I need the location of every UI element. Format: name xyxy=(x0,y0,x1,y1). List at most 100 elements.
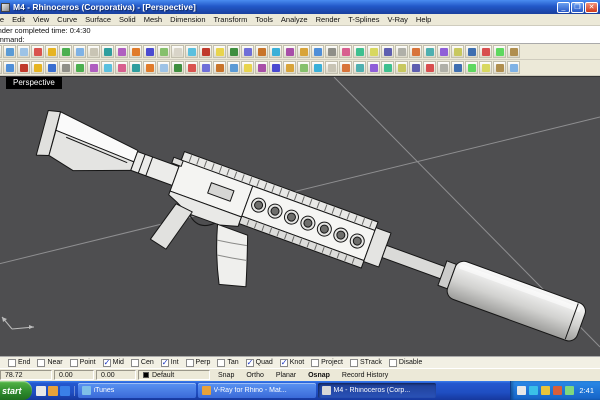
toolbar-icon[interactable] xyxy=(339,61,352,74)
toolbar-icon[interactable] xyxy=(283,45,296,58)
task-button[interactable]: V-Ray for Rhino - Mat... xyxy=(198,383,316,398)
toolbar-icon[interactable] xyxy=(17,61,30,74)
tray-icon[interactable] xyxy=(565,386,574,395)
viewport-label[interactable]: Perspective xyxy=(6,77,62,89)
checkbox[interactable] xyxy=(280,359,288,367)
tray-icon[interactable] xyxy=(517,386,526,395)
tray-icon[interactable] xyxy=(529,386,538,395)
osnap-toggle[interactable]: Point xyxy=(70,359,96,367)
status-pane[interactable]: Ortho xyxy=(240,372,270,379)
toolbar-icon[interactable] xyxy=(0,45,2,58)
toolbar-icon[interactable] xyxy=(241,45,254,58)
menu-item[interactable]: Help xyxy=(412,15,435,24)
toolbar-icon[interactable] xyxy=(451,61,464,74)
menu-item[interactable]: Curve xyxy=(53,15,81,24)
status-pane[interactable]: Osnap xyxy=(302,372,336,379)
quick-launch-icon[interactable] xyxy=(48,386,58,396)
toolbar-icon[interactable] xyxy=(255,45,268,58)
toolbar-icon[interactable] xyxy=(367,61,380,74)
checkbox[interactable] xyxy=(350,359,358,367)
checkbox[interactable] xyxy=(131,359,139,367)
close-button[interactable]: ✕ xyxy=(585,2,598,13)
menu-item[interactable]: Dimension xyxy=(166,15,209,24)
toolbar-icon[interactable] xyxy=(339,45,352,58)
maximize-button[interactable]: ❐ xyxy=(571,2,584,13)
toolbar-icon[interactable] xyxy=(367,45,380,58)
menu-item[interactable]: V-Ray xyxy=(383,15,411,24)
status-pane[interactable]: Snap xyxy=(212,372,240,379)
osnap-toggle[interactable]: Project xyxy=(311,359,343,367)
toolbar-icon[interactable] xyxy=(185,61,198,74)
toolbar-icon[interactable] xyxy=(115,45,128,58)
task-button[interactable]: iTunes xyxy=(78,383,196,398)
toolbar-icon[interactable] xyxy=(269,61,282,74)
checkbox[interactable] xyxy=(103,359,111,367)
checkbox[interactable] xyxy=(161,359,169,367)
checkbox[interactable] xyxy=(217,359,225,367)
toolbar-icon[interactable] xyxy=(115,61,128,74)
toolbar-icon[interactable] xyxy=(353,45,366,58)
toolbar-icon[interactable] xyxy=(227,61,240,74)
toolbar-icon[interactable] xyxy=(479,45,492,58)
toolbar-icon[interactable] xyxy=(73,61,86,74)
osnap-toggle[interactable]: Quad xyxy=(246,359,273,367)
toolbar-icon[interactable] xyxy=(297,45,310,58)
toolbar-icon[interactable] xyxy=(423,45,436,58)
toolbar-icon[interactable] xyxy=(437,45,450,58)
toolbar-icon[interactable] xyxy=(381,45,394,58)
toolbar-icon[interactable] xyxy=(493,61,506,74)
toolbar-icon[interactable] xyxy=(45,61,58,74)
toolbar-icon[interactable] xyxy=(311,61,324,74)
start-button[interactable]: start xyxy=(0,381,32,400)
menu-item[interactable]: Tools xyxy=(251,15,277,24)
toolbar-icon[interactable] xyxy=(227,45,240,58)
toolbar-icon[interactable] xyxy=(31,61,44,74)
toolbar-icon[interactable] xyxy=(87,45,100,58)
osnap-toggle[interactable]: End xyxy=(8,359,30,367)
toolbar-icon[interactable] xyxy=(143,45,156,58)
status-pane[interactable]: Record History xyxy=(336,372,394,379)
command-prompt[interactable]: Command: xyxy=(0,35,600,44)
minimize-button[interactable]: _ xyxy=(557,2,570,13)
toolbar-icon[interactable] xyxy=(283,61,296,74)
checkbox[interactable] xyxy=(246,359,254,367)
tray-icon[interactable] xyxy=(541,386,550,395)
toolbar-icon[interactable] xyxy=(493,45,506,58)
toolbar-icon[interactable] xyxy=(171,45,184,58)
toolbar-icon[interactable] xyxy=(171,61,184,74)
toolbar-icon[interactable] xyxy=(0,61,2,74)
toolbar-icon[interactable] xyxy=(73,45,86,58)
toolbar-icon[interactable] xyxy=(87,61,100,74)
toolbar-icon[interactable] xyxy=(297,61,310,74)
checkbox[interactable] xyxy=(70,359,78,367)
toolbar-icon[interactable] xyxy=(101,45,114,58)
toolbar-icon[interactable] xyxy=(129,45,142,58)
task-button[interactable]: M4 - Rhinoceros (Corp... xyxy=(318,383,436,398)
toolbar-icon[interactable] xyxy=(31,45,44,58)
viewport[interactable]: Perspective xyxy=(0,76,600,356)
toolbar-icon[interactable] xyxy=(3,61,16,74)
toolbar-icon[interactable] xyxy=(395,61,408,74)
toolbar-icon[interactable] xyxy=(59,45,72,58)
quick-launch-icon[interactable] xyxy=(36,386,46,396)
toolbar-icon[interactable] xyxy=(437,61,450,74)
toolbar-icon[interactable] xyxy=(353,61,366,74)
osnap-toggle[interactable]: Tan xyxy=(217,359,238,367)
toolbar-icon[interactable] xyxy=(479,61,492,74)
toolbar-icon[interactable] xyxy=(381,61,394,74)
toolbar-icon[interactable] xyxy=(17,45,30,58)
layer-indicator[interactable]: Default xyxy=(138,370,210,380)
toolbar-icon[interactable] xyxy=(199,45,212,58)
menu-item[interactable]: Render xyxy=(312,15,345,24)
toolbar-icon[interactable] xyxy=(157,45,170,58)
toolbar-icon[interactable] xyxy=(507,45,520,58)
menu-item[interactable]: View xyxy=(29,15,53,24)
toolbar-icon[interactable] xyxy=(213,61,226,74)
toolbar-icon[interactable] xyxy=(101,61,114,74)
toolbar-icon[interactable] xyxy=(465,61,478,74)
toolbar-icon[interactable] xyxy=(213,45,226,58)
toolbar-icon[interactable] xyxy=(325,61,338,74)
toolbar-icon[interactable] xyxy=(143,61,156,74)
toolbar-icon[interactable] xyxy=(3,45,16,58)
status-pane[interactable]: Planar xyxy=(270,372,302,379)
